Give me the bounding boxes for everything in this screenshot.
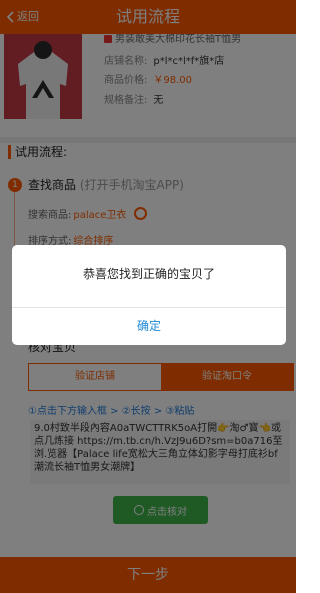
confirm-button[interactable]: 确定 — [12, 308, 286, 345]
success-dialog: 恭喜您找到正确的宝贝了 确定 — [12, 245, 286, 345]
dialog-message: 恭喜您找到正确的宝贝了 — [82, 267, 215, 281]
